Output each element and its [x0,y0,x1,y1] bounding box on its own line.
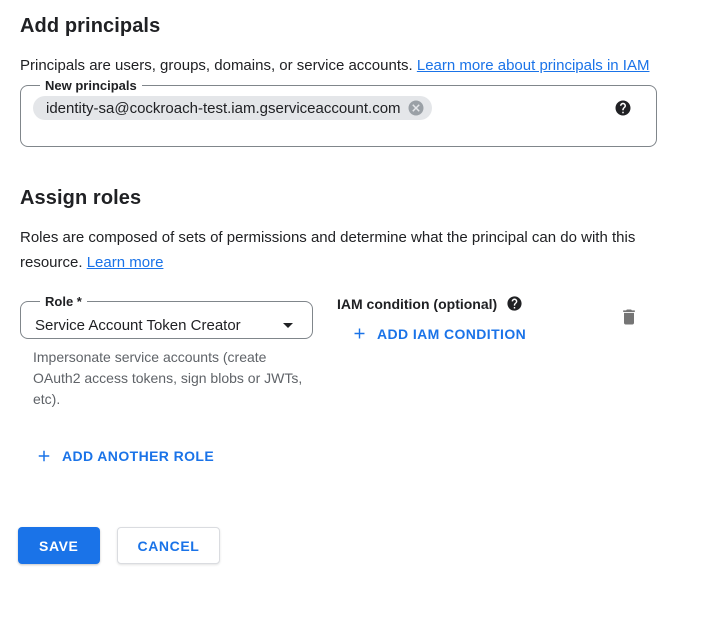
chip-remove-icon[interactable] [407,99,425,117]
plus-icon [35,447,53,465]
principals-description-text: Principals are users, groups, domains, o… [20,57,413,74]
iam-condition-column: IAM condition (optional) ADD IAM CONDITI… [337,294,534,348]
new-principals-content: identity-sa@cockroach-test.iam.gservicea… [33,96,644,120]
role-select[interactable]: Role * Service Account Token Creator [20,294,313,339]
plus-icon [351,325,368,342]
dropdown-arrow-icon [276,313,300,337]
iam-condition-label: IAM condition (optional) [337,296,497,312]
save-button[interactable]: SAVE [18,527,100,564]
role-label: Role * [40,294,87,309]
iam-condition-help-icon[interactable] [506,295,523,312]
new-principals-label: New principals [40,78,142,93]
assign-roles-title: Assign roles [20,187,693,210]
footer-actions: SAVE CANCEL [18,527,693,564]
delete-role-button[interactable] [615,303,643,331]
learn-more-roles-link[interactable]: Learn more [87,254,164,271]
role-value-row: Service Account Token Creator [33,309,300,337]
principals-help-icon[interactable] [614,99,632,117]
add-iam-condition-button[interactable]: ADD IAM CONDITION [343,319,534,348]
role-selected-value: Service Account Token Creator [35,317,241,334]
iam-condition-label-row: IAM condition (optional) [337,295,534,312]
principal-chip-text: identity-sa@cockroach-test.iam.gservicea… [46,100,401,117]
cancel-button[interactable]: CANCEL [117,527,221,564]
new-principals-field[interactable]: New principals identity-sa@cockroach-tes… [20,78,657,147]
principal-chip[interactable]: identity-sa@cockroach-test.iam.gservicea… [33,96,432,120]
add-another-role-label: ADD ANOTHER ROLE [62,448,214,464]
page-title: Add principals [20,15,693,38]
learn-more-principals-link[interactable]: Learn more about principals in IAM [417,57,650,74]
trash-icon [619,307,639,327]
roles-description: Roles are composed of sets of permission… [20,225,668,275]
role-column: Role * Service Account Token Creator Imp… [20,294,313,410]
add-iam-condition-label: ADD IAM CONDITION [377,326,526,342]
role-row: Role * Service Account Token Creator Imp… [20,294,693,410]
add-principals-panel: Add principals Principals are users, gro… [0,0,713,629]
role-helper-text: Impersonate service accounts (create OAu… [33,347,315,410]
add-another-role-button[interactable]: ADD ANOTHER ROLE [27,441,222,471]
delete-role-column [615,294,643,332]
principals-description: Principals are users, groups, domains, o… [20,53,668,78]
